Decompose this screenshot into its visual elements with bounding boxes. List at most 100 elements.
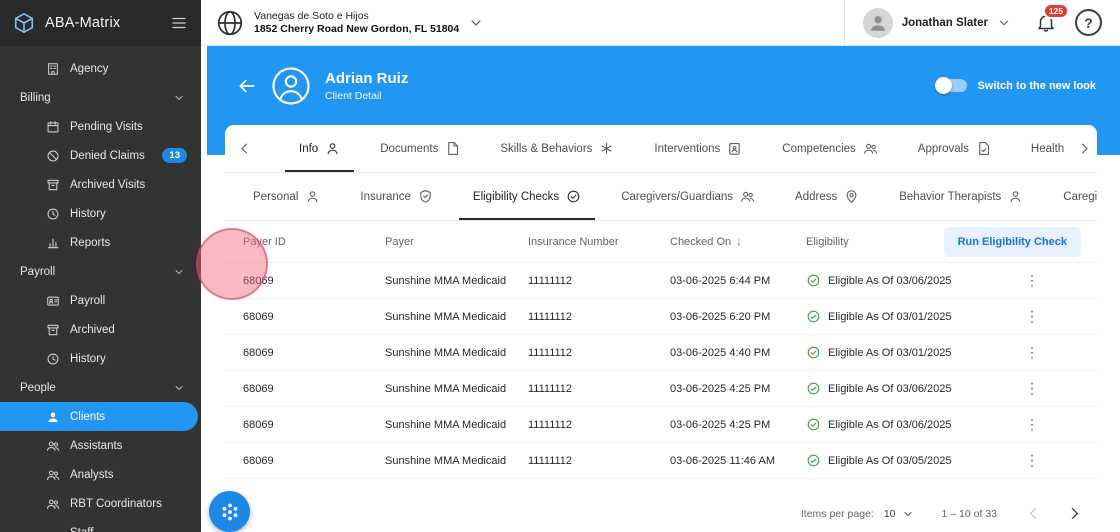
tab-label: Eligibility Checks — [472, 190, 560, 203]
archive-icon — [46, 323, 61, 337]
subtab-personal[interactable]: Personal — [233, 173, 340, 220]
chat-widget-button[interactable] — [209, 491, 250, 532]
menu-icon[interactable] — [170, 14, 188, 32]
items-per-page-select[interactable]: 10 — [884, 508, 914, 520]
sidebar-section-people[interactable]: People — [0, 373, 201, 402]
run-eligibility-check-button[interactable]: Run Eligibility Check — [943, 226, 1081, 257]
cell-eligibility: Eligible As Of 03/05/2025 — [806, 453, 1022, 468]
tab-interventions[interactable]: Interventions — [634, 125, 762, 172]
subtab-caregiver-management[interactable]: Caregiver Management — [1043, 173, 1097, 220]
column-payer-id[interactable]: Payer ID — [243, 236, 385, 248]
cell-payer-id: 68069 — [243, 454, 274, 467]
sidebar-section-payroll[interactable]: Payroll — [0, 257, 201, 286]
row-actions-button[interactable]: ⋮ — [1022, 452, 1042, 469]
sidebar-item-label: Denied Claims — [70, 149, 145, 162]
tab-competencies[interactable]: Competencies — [762, 125, 898, 172]
tab-label: Address — [795, 190, 838, 203]
person-icon — [1008, 189, 1023, 204]
cell-insurance-number: 11111112 — [528, 418, 573, 431]
sidebar-item-label: Archived Visits — [70, 178, 146, 191]
cell-insurance-number: 11111112 — [528, 310, 573, 323]
client-avatar-icon — [271, 66, 311, 106]
back-button[interactable] — [237, 76, 257, 96]
sidebar-item-rbt-coordinators[interactable]: RBT Coordinators — [0, 489, 201, 518]
sidebar-item-payroll[interactable]: Payroll — [0, 286, 201, 315]
pagination: Items per page: 10 1 – 10 of 33 — [801, 505, 1083, 522]
tab-info[interactable]: Info — [279, 125, 360, 172]
row-actions-button[interactable]: ⋮ — [1022, 308, 1042, 325]
column-payer[interactable]: Payer — [385, 236, 528, 248]
subtab-caregivers-guardians[interactable]: Caregivers/Guardians — [601, 173, 775, 220]
map-pin-icon — [844, 189, 859, 204]
cell-checked-on: 03-06-2025 6:44 PM — [670, 274, 771, 287]
sidebar-item-payroll-archived[interactable]: Archived — [0, 315, 201, 344]
help-button[interactable]: ? — [1075, 9, 1102, 36]
sidebar-item-pending-visits[interactable]: Pending Visits — [0, 112, 201, 141]
cell-eligibility: Eligible As Of 03/06/2025 — [806, 381, 1022, 396]
toggle-label: Switch to the new look — [977, 79, 1096, 92]
sidebar-item-label: History — [70, 207, 106, 220]
tab-label: Behavior Therapists — [899, 190, 1002, 203]
subtab-behavior-therapists[interactable]: Behavior Therapists — [879, 173, 1043, 220]
cell-insurance-number: 11111112 — [528, 382, 573, 395]
top-bar-content: Vanegas de Soto e Hijos 1852 Cherry Road… — [201, 0, 1120, 46]
cell-payer-id: 68069 — [243, 418, 274, 431]
main-tabs: Info Documents Skills & Behaviors Interv… — [225, 125, 1097, 173]
cell-checked-on: 03-06-2025 4:40 PM — [670, 346, 771, 359]
tab-approvals[interactable]: Approvals — [898, 125, 1011, 172]
sidebar-item-payroll-history[interactable]: History — [0, 344, 201, 373]
column-insurance-number[interactable]: Insurance Number — [528, 236, 670, 248]
sidebar-item-assistants[interactable]: Assistants — [0, 431, 201, 460]
notifications-button[interactable]: 125 — [1035, 2, 1069, 34]
sidebar-item-billing-history[interactable]: History — [0, 199, 201, 228]
tab-skills-behaviors[interactable]: Skills & Behaviors — [480, 125, 634, 172]
new-look-toggle[interactable]: Switch to the new look — [935, 77, 1096, 94]
sidebar-item-staff[interactable]: Staff — [0, 518, 201, 532]
sidebar-item-archived-visits[interactable]: Archived Visits — [0, 170, 201, 199]
facility-selector[interactable]: Vanegas de Soto e Hijos 1852 Cherry Road… — [201, 0, 494, 45]
sidebar-item-analysts[interactable]: Analysts — [0, 460, 201, 489]
row-actions-button[interactable]: ⋮ — [1022, 344, 1042, 361]
clipboard-person-icon — [727, 141, 742, 156]
table-row: 68069 Sunshine MMA Medicaid 11111112 03-… — [225, 443, 1097, 479]
client-detail-card: Info Documents Skills & Behaviors Interv… — [225, 125, 1097, 532]
subtab-address[interactable]: Address — [775, 173, 879, 220]
subtab-insurance[interactable]: Insurance — [340, 173, 453, 220]
facility-address: 1852 Cherry Road New Gordon, FL 51804 — [254, 23, 460, 35]
sidebar-section-billing[interactable]: Billing — [0, 83, 201, 112]
sidebar-item-label: Archived — [70, 323, 115, 336]
person-icon — [867, 12, 889, 34]
next-page-icon[interactable] — [1066, 505, 1083, 522]
table-row: 68069 Sunshine MMA Medicaid 11111112 03-… — [225, 371, 1097, 407]
shield-icon — [418, 189, 433, 204]
user-menu[interactable]: Jonathan Slater — [843, 0, 1023, 45]
client-name: Adrian Ruiz — [325, 69, 409, 87]
toggle-switch[interactable] — [935, 77, 968, 94]
cell-checked-on: 03-06-2025 4:25 PM — [670, 418, 771, 431]
user-name: Jonathan Slater — [901, 16, 988, 29]
app-logo-icon — [13, 12, 35, 34]
row-actions-button[interactable]: ⋮ — [1022, 416, 1042, 433]
eligibility-text: Eligible As Of 03/06/2025 — [828, 418, 952, 431]
row-actions-button[interactable]: ⋮ — [1022, 380, 1042, 397]
subtab-eligibility-checks[interactable]: Eligibility Checks — [453, 173, 601, 220]
sidebar-item-denied-claims[interactable]: Denied Claims 13 — [0, 141, 201, 170]
sidebar-item-reports[interactable]: Reports — [0, 228, 201, 257]
cell-payer: Sunshine MMA Medicaid — [385, 346, 507, 359]
cell-payer-id: 68069 — [243, 310, 274, 323]
eligibility-text: Eligible As Of 03/06/2025 — [828, 274, 952, 287]
table-row: 68069 Sunshine MMA Medicaid 11111112 03-… — [225, 407, 1097, 443]
previous-page-icon[interactable] — [1025, 505, 1042, 522]
sidebar-item-label: Staff — [70, 527, 93, 532]
tabs-scroll-right[interactable] — [1071, 125, 1097, 172]
sidebar-item-agency[interactable]: Agency — [0, 54, 201, 83]
denied-icon — [46, 149, 61, 163]
people-icon — [863, 141, 878, 156]
tab-documents[interactable]: Documents — [360, 125, 480, 172]
sidebar-item-clients[interactable]: Clients — [0, 402, 198, 431]
eligible-check-icon — [806, 273, 821, 288]
row-actions-button[interactable]: ⋮ — [1022, 272, 1042, 289]
column-checked-on[interactable]: Checked On ↓ — [670, 236, 806, 248]
tabs-scroll-left[interactable] — [231, 125, 257, 172]
facility-name: Vanegas de Soto e Hijos — [254, 10, 369, 22]
